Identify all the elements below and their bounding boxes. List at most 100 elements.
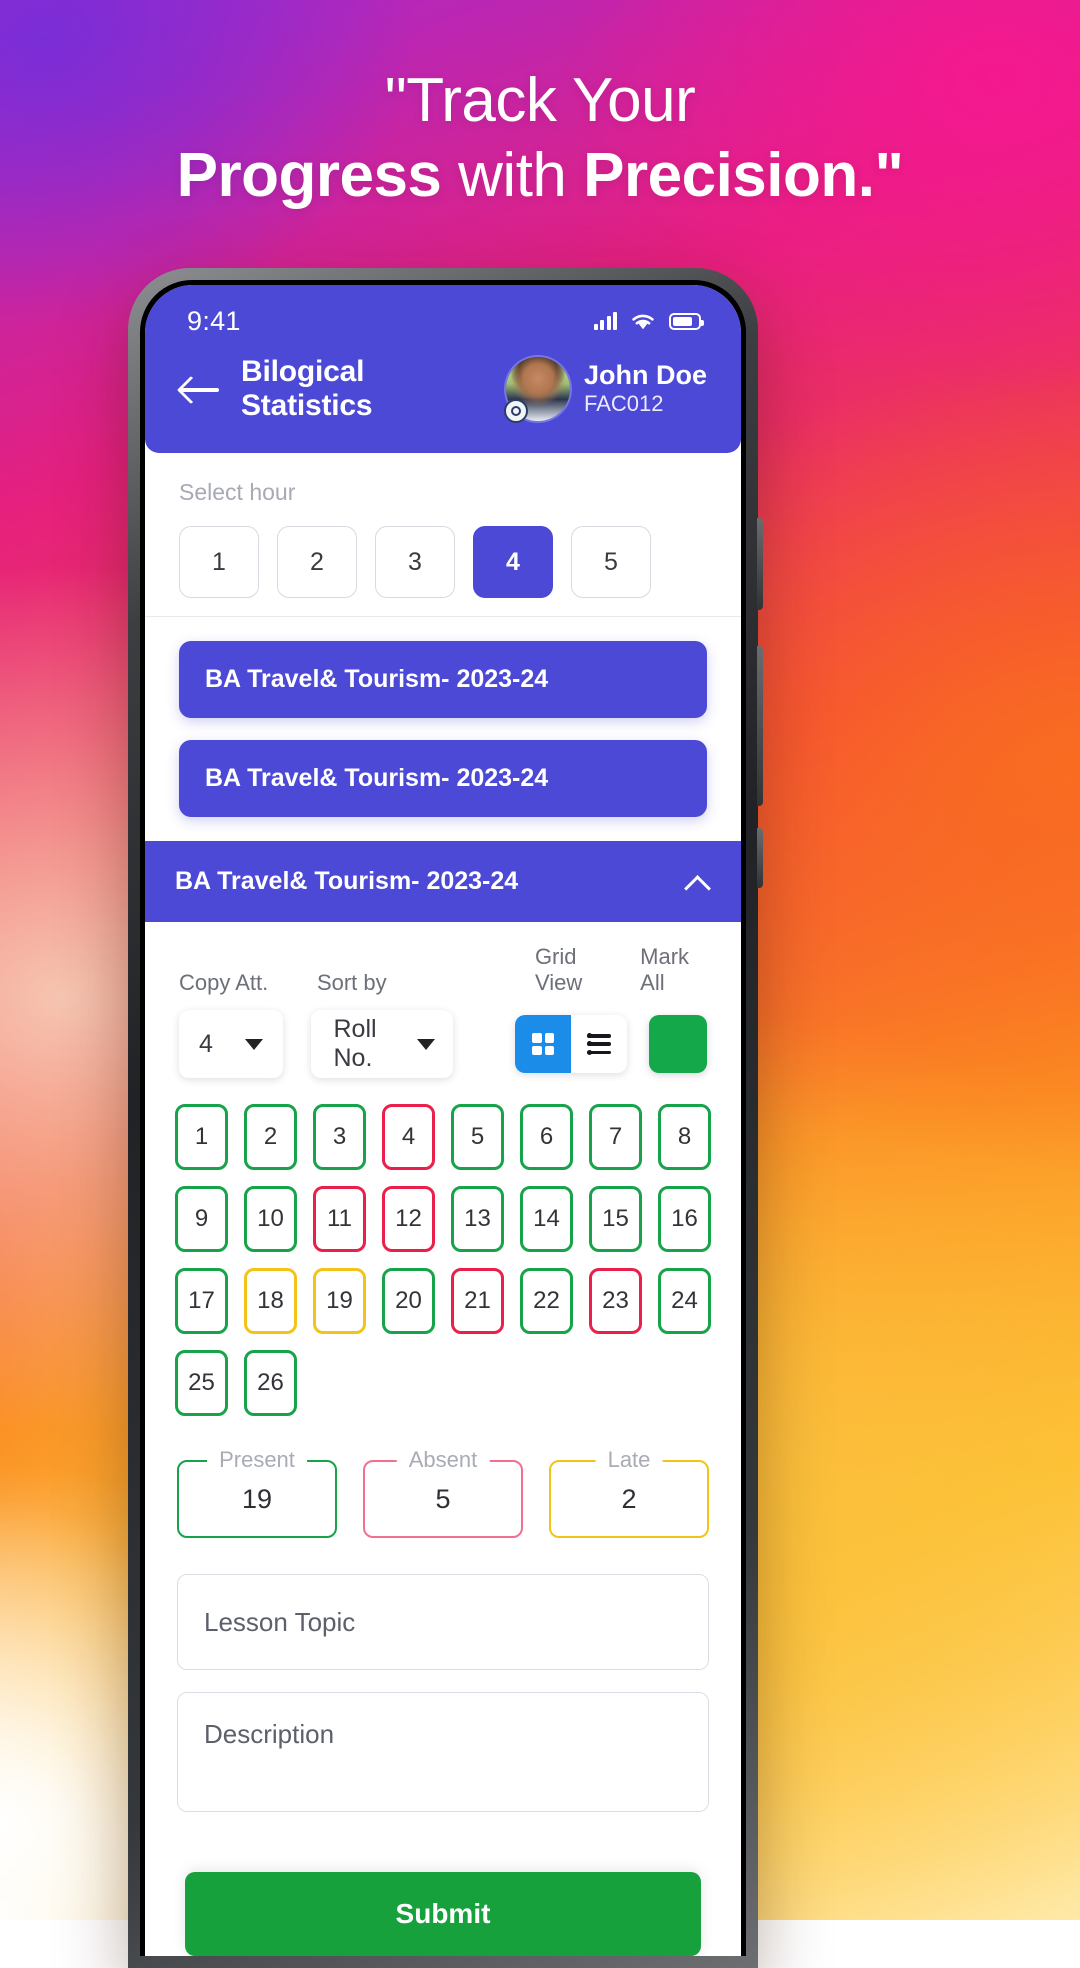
- student-cell[interactable]: 5: [451, 1104, 504, 1170]
- mark-all-label: Mark All: [640, 944, 690, 995]
- student-cell[interactable]: 13: [451, 1186, 504, 1252]
- student-cell[interactable]: 20: [382, 1268, 435, 1334]
- sort-by-value: Roll No.: [333, 1015, 377, 1072]
- description-input[interactable]: Description: [177, 1692, 709, 1812]
- phone-side-button-volume-up[interactable]: [757, 518, 763, 610]
- summary-value: 19: [241, 1483, 273, 1514]
- signal-bars-icon: [593, 312, 617, 330]
- grid-view-label: Grid View: [534, 944, 583, 995]
- list-view-icon[interactable]: [571, 1015, 627, 1073]
- summary-box-late: Late 2: [549, 1447, 709, 1538]
- class-expanded-header[interactable]: BA Travel& Tourism- 2023-24: [145, 841, 741, 922]
- student-cell[interactable]: 4: [382, 1104, 435, 1170]
- hour-selector-label: Select hour: [179, 479, 296, 505]
- copy-att-value: 4: [199, 1029, 213, 1058]
- view-toggle-wrap: [515, 1015, 627, 1073]
- student-cell[interactable]: 21: [451, 1268, 504, 1334]
- chevron-down-icon: [417, 1038, 435, 1050]
- student-cell[interactable]: 23: [589, 1268, 642, 1334]
- student-cell[interactable]: 3: [313, 1104, 366, 1170]
- app-bar: Bilogical Statistics John Doe FAC012: [145, 347, 741, 453]
- student-cell[interactable]: 18: [244, 1268, 297, 1334]
- sort-by-select[interactable]: Roll No.: [311, 1010, 453, 1078]
- student-cell[interactable]: 16: [658, 1186, 711, 1252]
- hour-option-1[interactable]: 1: [179, 526, 259, 598]
- user-text: John Doe FAC012: [584, 360, 707, 417]
- submit-bar: Submit: [145, 1872, 741, 1956]
- summary-label: Absent: [396, 1447, 490, 1473]
- summary-box-absent: Absent 5: [363, 1447, 523, 1538]
- battery-icon: [669, 312, 704, 330]
- sort-by-label: Sort by: [316, 970, 387, 995]
- student-cell[interactable]: 2: [244, 1104, 297, 1170]
- chevron-down-icon: [245, 1038, 264, 1050]
- mark-all-button[interactable]: [649, 1015, 707, 1073]
- avatar-badge-icon: [503, 399, 528, 423]
- class-expanded-title: BA Travel& Tourism- 2023-24: [175, 867, 519, 895]
- hour-option-3[interactable]: 3: [375, 526, 455, 598]
- user-name: John Doe: [583, 360, 707, 391]
- toolbar-labels: Copy Att. Sort by Grid View Mark All: [179, 944, 707, 996]
- hour-option-5[interactable]: 5: [571, 526, 651, 598]
- summary-label: Late: [595, 1447, 663, 1473]
- user-profile[interactable]: John Doe FAC012: [503, 357, 707, 423]
- student-cell[interactable]: 17: [175, 1268, 228, 1334]
- headline-line-1: "Track Your: [384, 66, 696, 135]
- status-bar: 9:41: [145, 285, 741, 347]
- hour-option-2[interactable]: 2: [277, 526, 357, 598]
- student-cell[interactable]: 8: [658, 1104, 711, 1170]
- grid-view-icon[interactable]: [515, 1015, 571, 1073]
- student-cell[interactable]: 14: [520, 1186, 573, 1252]
- lesson-fields: Lesson Topic Description: [145, 1538, 741, 1812]
- class-pill-2[interactable]: BA Travel& Tourism- 2023-24: [179, 740, 707, 817]
- headline-line-2: Progress with Precision.": [0, 141, 1080, 210]
- hour-option-4[interactable]: 4: [473, 526, 553, 598]
- wifi-icon: [632, 314, 654, 329]
- student-cell[interactable]: 7: [589, 1104, 642, 1170]
- student-cell[interactable]: 26: [244, 1350, 297, 1416]
- headline-bold-precision: Precision.": [583, 141, 904, 211]
- headline-bold-progress: Progress: [176, 141, 442, 211]
- phone-side-button-volume-down[interactable]: [757, 646, 763, 806]
- user-id: FAC012: [583, 391, 664, 417]
- toolbar-controls: 4 Roll No.: [179, 1010, 707, 1078]
- headline-regular-with: with: [441, 141, 584, 211]
- student-cell[interactable]: 12: [382, 1186, 435, 1252]
- student-cell[interactable]: 1: [175, 1104, 228, 1170]
- phone-bezel: 9:41 Bilogical Statistics John Doe FAC01…: [140, 280, 746, 1956]
- attendance-summary: Present 19 Absent 5 Late 2: [145, 1416, 741, 1538]
- page-title: Bilogical Statistics: [241, 355, 373, 422]
- student-cell[interactable]: 19: [313, 1268, 366, 1334]
- student-cell[interactable]: 24: [658, 1268, 711, 1334]
- student-cell[interactable]: 10: [244, 1186, 297, 1252]
- avatar[interactable]: [503, 357, 570, 423]
- summary-box-present: Present 19: [177, 1447, 337, 1538]
- chevron-up-icon[interactable]: [685, 874, 711, 890]
- class-pill-1[interactable]: BA Travel& Tourism- 2023-24: [179, 641, 707, 718]
- student-cell[interactable]: 9: [175, 1186, 228, 1252]
- student-cell[interactable]: 6: [520, 1104, 573, 1170]
- student-cell[interactable]: 25: [175, 1350, 228, 1416]
- submit-button[interactable]: Submit: [185, 1872, 701, 1956]
- status-time: 9:41: [187, 305, 241, 336]
- student-cell[interactable]: 11: [313, 1186, 366, 1252]
- hour-selector-row: 1 2 3 4 5: [179, 526, 707, 598]
- class-list: BA Travel& Tourism- 2023-24 BA Travel& T…: [145, 617, 741, 841]
- hour-selector-section: Select hour 1 2 3 4 5: [145, 453, 741, 617]
- status-icons: [593, 312, 704, 331]
- lesson-topic-input[interactable]: Lesson Topic: [177, 1574, 709, 1670]
- promo-headline: "Track Your Progress with Precision.": [0, 66, 1080, 211]
- phone-side-button-power[interactable]: [757, 828, 763, 888]
- view-toggle: [515, 1015, 627, 1073]
- phone-screen: 9:41 Bilogical Statistics John Doe FAC01…: [145, 285, 741, 1956]
- back-arrow-icon[interactable]: [179, 370, 223, 408]
- student-cell[interactable]: 15: [589, 1186, 642, 1252]
- mark-all-wrap: [649, 1015, 707, 1073]
- summary-label: Present: [207, 1447, 307, 1473]
- student-cell[interactable]: 22: [520, 1268, 573, 1334]
- summary-value: 5: [435, 1483, 451, 1514]
- student-attendance-grid: 1 2 3 4 5 6 7 8 9 10 11 12 13 14 15 16 17 18 19 20 21 22 23 24 2…: [145, 1084, 741, 1416]
- copy-att-select[interactable]: 4: [179, 1010, 284, 1078]
- attendance-toolbar: Copy Att. Sort by Grid View Mark All 4 R…: [145, 922, 741, 1084]
- phone-mockup: 9:41 Bilogical Statistics John Doe FAC01…: [128, 268, 763, 1968]
